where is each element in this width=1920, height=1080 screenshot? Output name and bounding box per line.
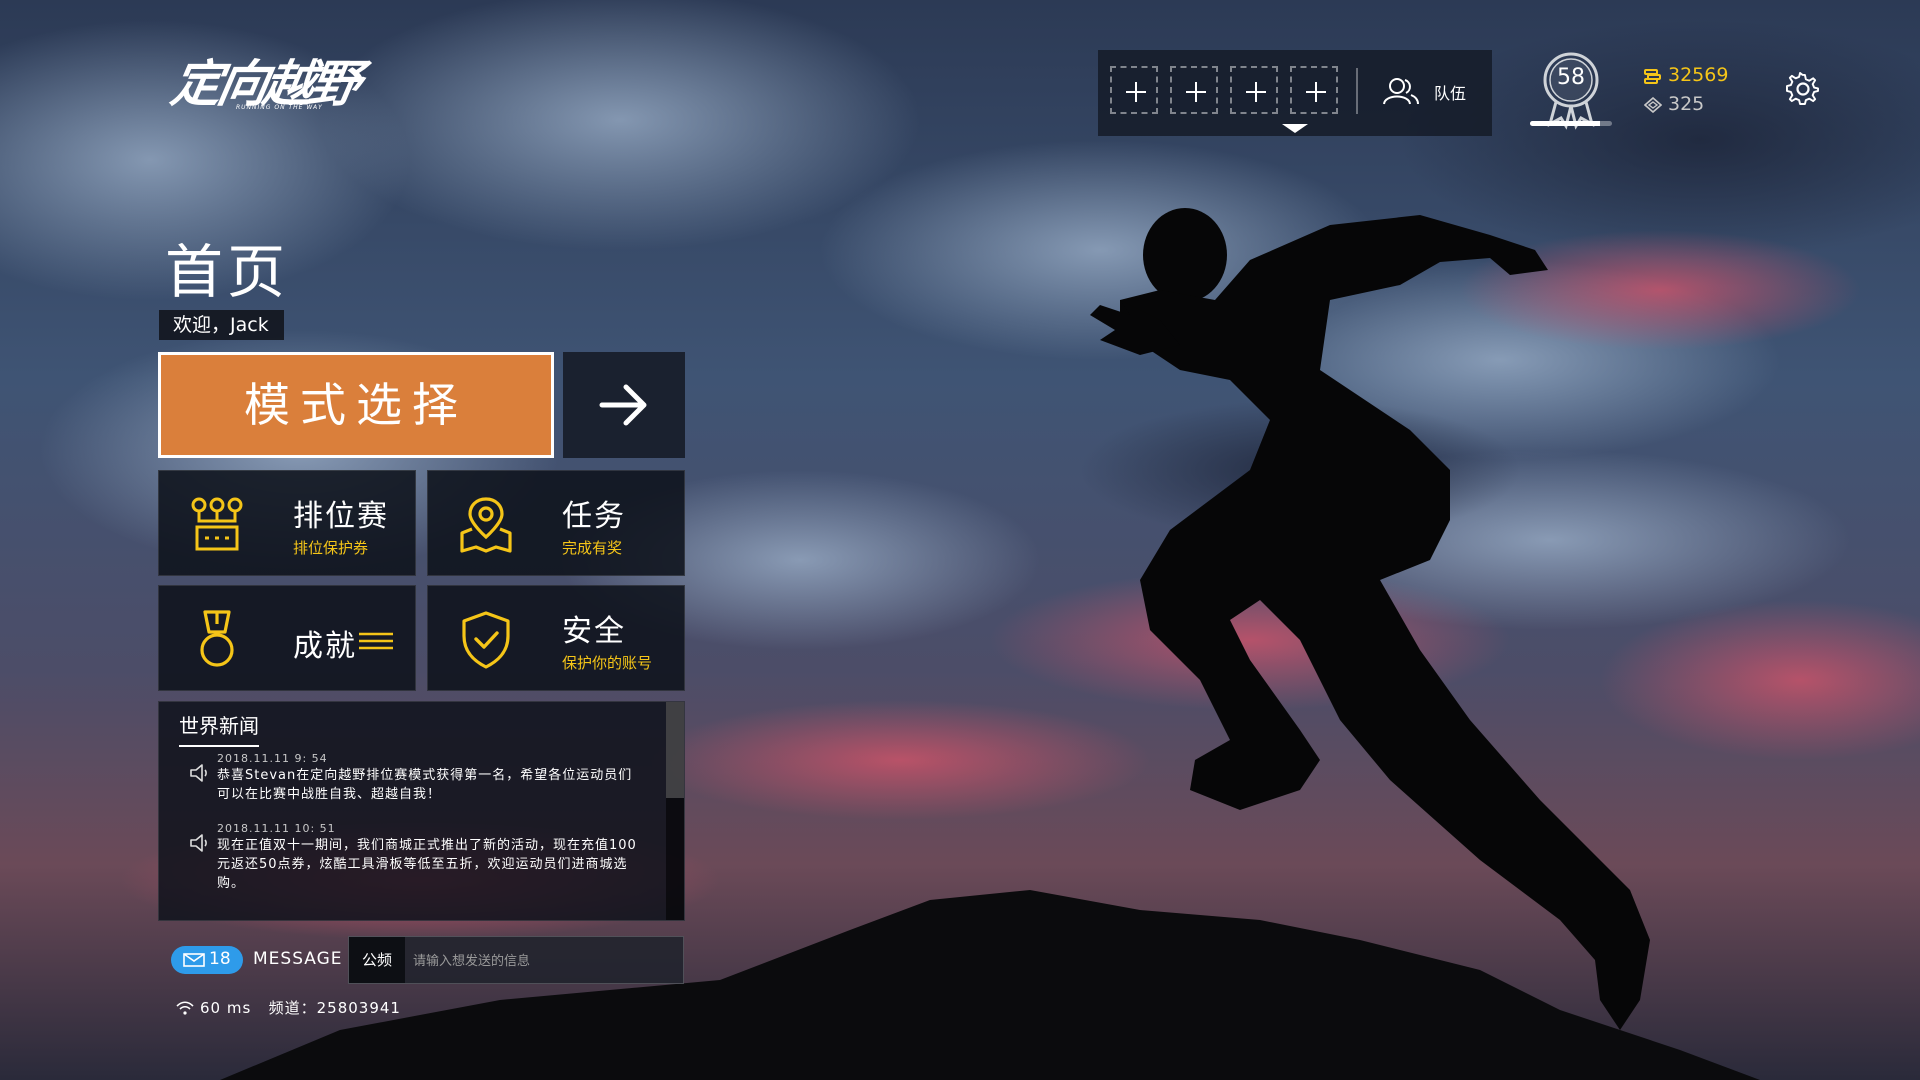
tile-tasks-title: 任务 [562,499,626,534]
shield-check-icon [462,611,510,669]
map-pin-icon [460,497,512,553]
plus-icon [1186,82,1206,102]
tile-security-title: 安全 [562,614,626,649]
welcome-label: 欢迎，Jack [159,310,284,340]
level-number: 58 [1557,65,1585,90]
connection-status: 60 ms 频道：25803941 [176,997,401,1018]
team-icon [1383,78,1419,105]
chat-bar: 公频 [348,936,684,984]
tile-security[interactable]: 安全 保护你的账号 [427,585,685,691]
medal-achievement-icon [200,610,234,667]
logo-subtitle: RUNNING ON THE WAY [236,104,323,111]
coin-amount: 32569 [1668,64,1729,86]
tile-ranked[interactable]: 排位赛 排位保护券 [158,470,416,576]
ranked-trophy-icon [191,497,243,551]
message-label[interactable]: MESSAGE [253,949,343,969]
chat-input[interactable] [411,945,677,977]
mail-icon [183,953,205,967]
settings-gear-icon[interactable] [1786,72,1820,106]
coin-stack-icon [1644,69,1661,84]
mode-select-button[interactable]: 模式选择 [158,352,554,458]
gem-balance: 325 [1643,93,1705,115]
tile-tasks-subtitle: 完成有奖 [562,539,623,557]
plus-icon [1126,82,1146,102]
message-count: 18 [209,949,231,969]
gem-amount: 325 [1668,93,1705,115]
message-badge[interactable]: 18 [171,946,243,974]
wifi-icon [176,1001,194,1015]
speaker-icon [190,764,207,782]
expand-caret-icon[interactable] [1282,124,1308,133]
team-bar: 队伍 [1098,50,1492,136]
team-slot-1[interactable] [1110,66,1158,114]
level-progress-bar [1530,121,1612,126]
news-scrollbar[interactable] [666,702,684,920]
tile-security-subtitle: 保护你的账号 [562,654,653,672]
news-title: 世界新闻 [179,710,259,747]
tile-ranked-subtitle: 排位保护券 [293,539,369,557]
tile-achievements-title: 成就 [293,629,357,664]
tile-achievements[interactable]: 成就 [158,585,416,691]
news-text: 现在正值双十一期间，我们商城正式推出了新的活动，现在充值100元返还50点券，炫… [217,838,637,891]
ping-value: 60 ms [200,999,252,1017]
tile-tasks[interactable]: 任务 完成有奖 [427,470,685,576]
team-button[interactable]: 队伍 [1378,70,1478,110]
arrow-right-icon [599,384,647,426]
divider [1356,68,1358,114]
coin-balance: 32569 [1644,64,1728,86]
news-time: 2018.11.11 9: 54 [217,752,328,765]
news-text: 恭喜Stevan在定向越野排位赛模式获得第一名，希望各位运动员们可以在比赛中战胜… [217,768,633,802]
plus-icon [1306,82,1326,102]
next-arrow-button[interactable] [563,352,685,458]
gem-icon [1643,96,1663,114]
tile-ranked-title: 排位赛 [293,499,389,534]
level-badge[interactable]: 58 [1528,50,1614,130]
page-title: 首页 [165,238,290,306]
medal-icon [1543,52,1599,130]
team-slot-4[interactable] [1290,66,1338,114]
level-progress-fill [1530,121,1600,126]
team-slot-3[interactable] [1230,66,1278,114]
menu-lines-icon [359,632,393,650]
plus-icon [1246,82,1266,102]
chat-channel-selector[interactable]: 公频 [349,937,405,983]
news-scrollbar-thumb[interactable] [666,702,684,798]
speaker-icon [190,834,207,852]
game-logo: 定向越野 RUNNING ON THE WAY [167,54,372,124]
channel-number: 频道：25803941 [268,999,401,1017]
team-label: 队伍 [1434,84,1467,103]
mode-select-label: 模式选择 [244,378,468,432]
world-news-panel[interactable]: 世界新闻 2018.11.11 9: 54 恭喜Stevan在定向越野排位赛模式… [158,701,685,921]
team-slot-2[interactable] [1170,66,1218,114]
news-time: 2018.11.11 10: 51 [217,822,336,835]
